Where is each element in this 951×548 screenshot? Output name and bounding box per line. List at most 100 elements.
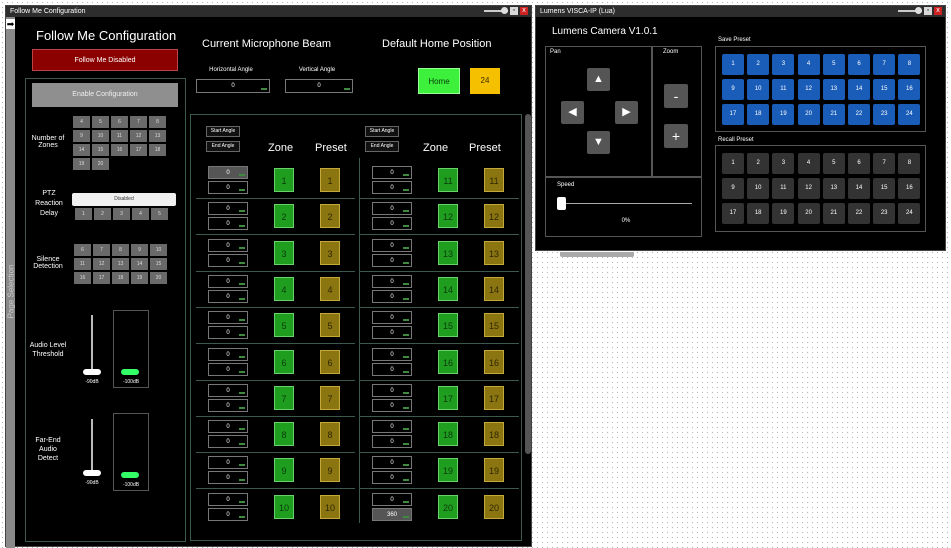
- start-angle-field[interactable]: 0: [372, 383, 412, 397]
- preset-button[interactable]: 19: [484, 458, 504, 483]
- preset-button[interactable]: 6: [320, 349, 340, 374]
- preset-button[interactable]: 12: [484, 204, 504, 229]
- preset-button[interactable]: 1: [320, 168, 340, 192]
- zone-button[interactable]: 3: [274, 240, 294, 265]
- end-angle-field[interactable]: 0: [372, 217, 412, 231]
- start-angle-field[interactable]: 0: [372, 420, 412, 434]
- end-angle-field[interactable]: 0: [208, 507, 248, 521]
- end-angle-field[interactable]: 0: [372, 435, 412, 449]
- save-preset-button[interactable]: 17: [722, 104, 744, 125]
- end-angle-field[interactable]: 0: [372, 326, 412, 340]
- silence-option[interactable]: 18: [112, 272, 129, 284]
- silence-option[interactable]: 20: [150, 272, 167, 284]
- silence-option[interactable]: 11: [74, 258, 91, 270]
- save-preset-button[interactable]: 18: [747, 104, 770, 125]
- end-angle-field[interactable]: 0: [372, 362, 412, 376]
- start-angle-field[interactable]: 0: [208, 202, 248, 216]
- save-preset-button[interactable]: 8: [898, 54, 921, 75]
- recall-preset-button[interactable]: 12: [797, 178, 820, 199]
- ptz-delay-value[interactable]: Disabled: [72, 193, 176, 206]
- start-angle-field[interactable]: 0: [372, 274, 412, 288]
- zone-button[interactable]: 16: [438, 349, 458, 374]
- end-angle-field[interactable]: 0: [208, 289, 248, 303]
- save-preset-button[interactable]: 21: [822, 104, 845, 125]
- start-angle-field[interactable]: 0: [208, 347, 248, 361]
- start-angle-field[interactable]: 0: [208, 238, 248, 252]
- preset-button[interactable]: 9: [320, 458, 340, 483]
- recall-preset-button[interactable]: 17: [722, 203, 744, 224]
- zones-option[interactable]: 19: [73, 158, 90, 170]
- arrow-right-icon[interactable]: ➡: [6, 19, 15, 29]
- zone-button[interactable]: 7: [274, 385, 294, 410]
- zone-button[interactable]: 17: [438, 385, 458, 410]
- silence-option[interactable]: 13: [112, 258, 129, 270]
- recall-preset-button[interactable]: 16: [898, 178, 921, 199]
- silence-option[interactable]: 8: [112, 244, 129, 256]
- end-angle-field[interactable]: 0: [208, 398, 248, 412]
- end-angle-field[interactable]: 0: [208, 435, 248, 449]
- silence-option[interactable]: 19: [131, 272, 148, 284]
- start-angle-field[interactable]: 0: [208, 383, 248, 397]
- save-preset-button[interactable]: 20: [797, 104, 820, 125]
- save-preset-button[interactable]: 2: [747, 54, 770, 75]
- save-preset-button[interactable]: 15: [873, 79, 896, 100]
- far-end-slider-track[interactable]: [91, 419, 93, 475]
- preset-button[interactable]: 2: [320, 204, 340, 229]
- close-button[interactable]: x: [934, 7, 942, 15]
- ptz-delay-option[interactable]: 2: [94, 208, 111, 220]
- recall-preset-button[interactable]: 1: [722, 153, 744, 174]
- preset-button[interactable]: 3: [320, 240, 340, 265]
- zone-button[interactable]: 9: [274, 458, 294, 483]
- silence-option[interactable]: 15: [150, 258, 167, 270]
- silence-option[interactable]: 12: [93, 258, 110, 270]
- preset-button[interactable]: 4: [320, 276, 340, 301]
- start-angle-field[interactable]: 0: [372, 166, 412, 179]
- opacity-slider[interactable]: [898, 7, 922, 14]
- audio-threshold-slider-track[interactable]: [91, 315, 93, 375]
- zone-button[interactable]: 18: [438, 422, 458, 447]
- zones-option[interactable]: 5: [92, 116, 109, 128]
- zone-button[interactable]: 10: [274, 494, 294, 519]
- far-end-slider-thumb[interactable]: [83, 470, 101, 476]
- save-preset-button[interactable]: 13: [822, 79, 845, 100]
- recall-preset-button[interactable]: 14: [848, 178, 870, 199]
- save-preset-button[interactable]: 10: [747, 79, 770, 100]
- zones-option[interactable]: 12: [130, 130, 147, 142]
- save-preset-button[interactable]: 11: [772, 79, 795, 100]
- zones-option[interactable]: 16: [111, 144, 128, 156]
- recall-preset-button[interactable]: 18: [747, 203, 770, 224]
- preset-button[interactable]: 13: [484, 240, 504, 265]
- zone-button[interactable]: 1: [274, 168, 294, 192]
- ptz-delay-option[interactable]: 1: [75, 208, 92, 220]
- preset-button[interactable]: 20: [484, 494, 504, 519]
- zones-option[interactable]: 10: [92, 130, 109, 142]
- zones-option[interactable]: 6: [111, 116, 128, 128]
- preset-button[interactable]: 16: [484, 349, 504, 374]
- minimize-button[interactable]: ▫: [924, 7, 932, 15]
- zones-option[interactable]: 7: [130, 116, 147, 128]
- save-preset-button[interactable]: 1: [722, 54, 744, 75]
- recall-preset-button[interactable]: 19: [772, 203, 795, 224]
- silence-option[interactable]: 14: [131, 258, 148, 270]
- ptz-delay-option[interactable]: 5: [151, 208, 168, 220]
- zone-button[interactable]: 13: [438, 240, 458, 265]
- end-angle-field[interactable]: 0: [372, 253, 412, 267]
- zones-option[interactable]: 20: [92, 158, 109, 170]
- page-selection-sidebar[interactable]: ➡ Page Selection: [6, 17, 16, 548]
- preset-button[interactable]: 5: [320, 313, 340, 338]
- zone-button[interactable]: 20: [438, 494, 458, 519]
- zones-option[interactable]: 8: [149, 116, 166, 128]
- zone-button[interactable]: 5: [274, 313, 294, 338]
- start-angle-field[interactable]: 0: [372, 202, 412, 216]
- start-angle-field[interactable]: 0: [372, 492, 412, 506]
- end-angle-field[interactable]: 0: [208, 471, 248, 485]
- zones-option[interactable]: 11: [111, 130, 128, 142]
- recall-preset-button[interactable]: 11: [772, 178, 795, 199]
- end-angle-field[interactable]: 0: [208, 326, 248, 340]
- recall-preset-button[interactable]: 6: [848, 153, 870, 174]
- pan-left-button[interactable]: ◀: [561, 101, 584, 124]
- end-angle-field[interactable]: 0: [372, 289, 412, 303]
- end-angle-field[interactable]: 0: [372, 398, 412, 412]
- recall-preset-button[interactable]: 24: [898, 203, 921, 224]
- zone-button[interactable]: 8: [274, 422, 294, 447]
